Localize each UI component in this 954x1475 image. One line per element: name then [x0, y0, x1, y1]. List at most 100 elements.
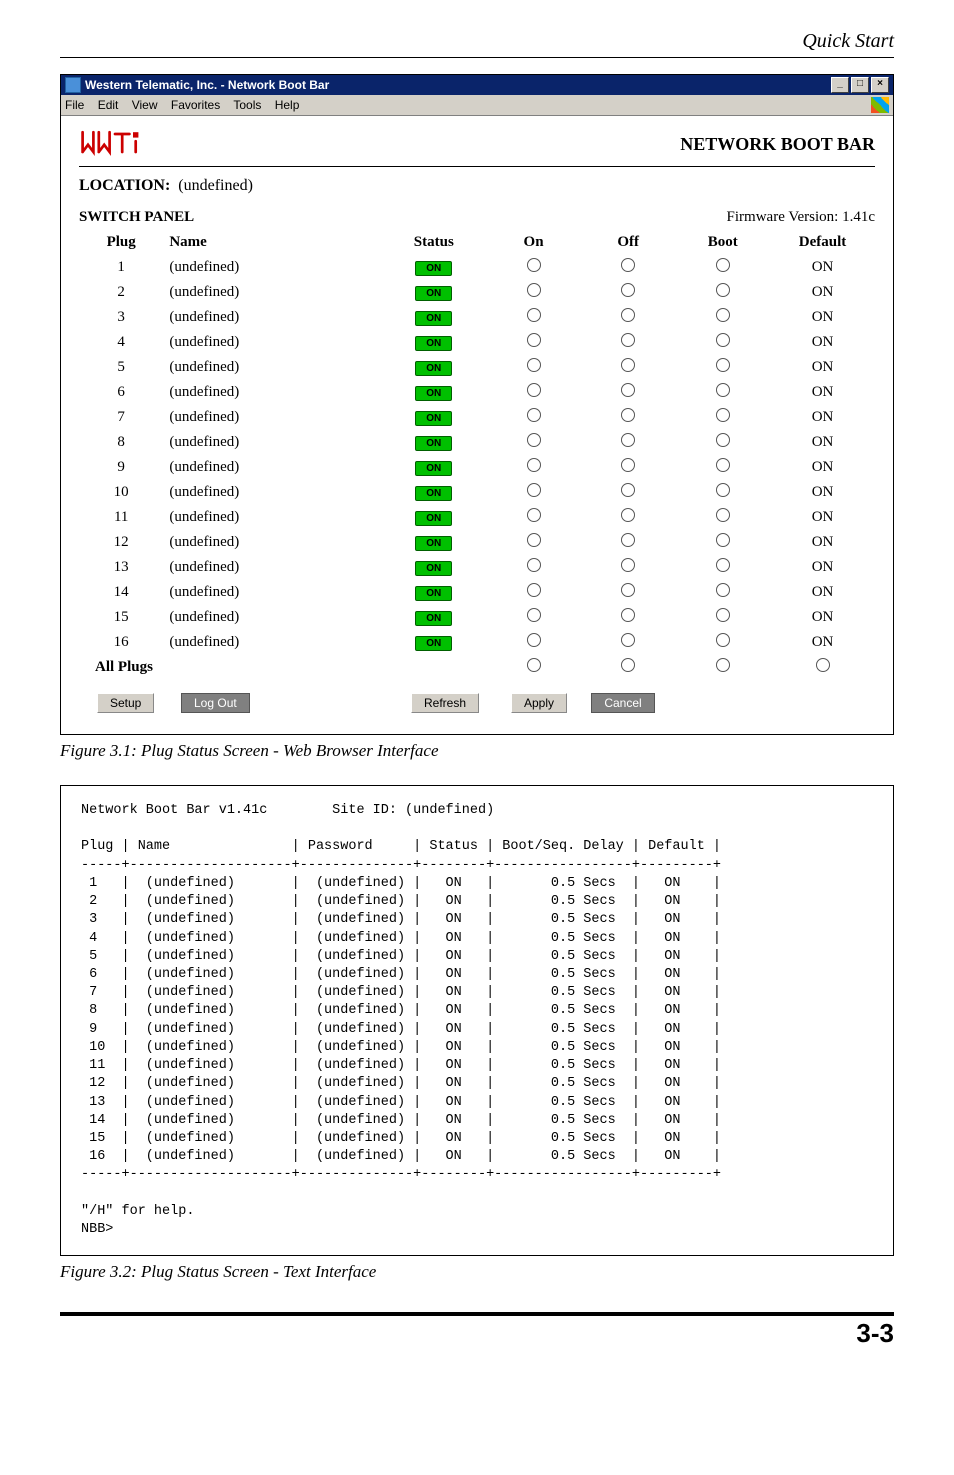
radio-on[interactable]	[527, 608, 541, 622]
radio-on[interactable]	[527, 458, 541, 472]
radio-boot[interactable]	[716, 533, 730, 547]
table-row: 2(undefined)ONON	[79, 280, 875, 305]
radio-off[interactable]	[621, 308, 635, 322]
radio-on[interactable]	[527, 483, 541, 497]
radio-on[interactable]	[527, 383, 541, 397]
allplugs-radio-off[interactable]	[621, 658, 635, 672]
status-badge: ON	[415, 536, 452, 551]
textif-sep2: -----+--------------------+-------------…	[81, 1167, 721, 1182]
maximize-button[interactable]: □	[851, 77, 869, 93]
radio-on[interactable]	[527, 533, 541, 547]
status-badge: ON	[415, 286, 452, 301]
table-row: 6(undefined)ONON	[79, 380, 875, 405]
radio-on[interactable]	[527, 283, 541, 297]
default-val: ON	[770, 330, 875, 355]
menu-tools[interactable]: Tools	[233, 98, 261, 112]
minimize-button[interactable]: _	[831, 77, 849, 93]
radio-off[interactable]	[621, 408, 635, 422]
radio-off[interactable]	[621, 633, 635, 647]
ie-icon	[65, 77, 81, 93]
logout-button[interactable]: Log Out	[181, 693, 250, 713]
status-badge: ON	[415, 311, 452, 326]
radio-on[interactable]	[527, 358, 541, 372]
radio-boot[interactable]	[716, 608, 730, 622]
plug-name: (undefined)	[163, 480, 381, 505]
radio-off[interactable]	[621, 583, 635, 597]
radio-off[interactable]	[621, 608, 635, 622]
menubar: File Edit View Favorites Tools Help	[61, 95, 893, 116]
radio-boot[interactable]	[716, 458, 730, 472]
plug-num: 12	[79, 530, 163, 555]
radio-off[interactable]	[621, 283, 635, 297]
plug-name: (undefined)	[163, 405, 381, 430]
status-badge: ON	[415, 386, 452, 401]
plug-name: (undefined)	[163, 280, 381, 305]
plug-name: (undefined)	[163, 330, 381, 355]
close-button[interactable]: ×	[871, 77, 889, 93]
plug-num: 11	[79, 505, 163, 530]
radio-on[interactable]	[527, 408, 541, 422]
browser-window: Western Telematic, Inc. - Network Boot B…	[60, 74, 894, 735]
apply-button[interactable]: Apply	[511, 693, 567, 713]
setup-button[interactable]: Setup	[97, 693, 154, 713]
col-name: Name	[163, 230, 381, 255]
radio-boot[interactable]	[716, 308, 730, 322]
text-interface-box: Network Boot Bar v1.41c Site ID: (undefi…	[60, 785, 894, 1256]
radio-on[interactable]	[527, 258, 541, 272]
radio-off[interactable]	[621, 558, 635, 572]
table-row: 5(undefined)ONON	[79, 355, 875, 380]
radio-off[interactable]	[621, 533, 635, 547]
titlebar: Western Telematic, Inc. - Network Boot B…	[61, 75, 893, 95]
radio-on[interactable]	[527, 333, 541, 347]
radio-off[interactable]	[621, 433, 635, 447]
plug-name: (undefined)	[163, 430, 381, 455]
radio-boot[interactable]	[716, 583, 730, 597]
table-row: 4(undefined)ONON	[79, 330, 875, 355]
radio-off[interactable]	[621, 333, 635, 347]
plug-num: 7	[79, 405, 163, 430]
status-badge: ON	[415, 636, 452, 651]
allplugs-radio-default[interactable]	[816, 658, 830, 672]
windows-flag-icon	[871, 97, 889, 113]
radio-boot[interactable]	[716, 483, 730, 497]
radio-off[interactable]	[621, 258, 635, 272]
radio-off[interactable]	[621, 508, 635, 522]
status-badge: ON	[415, 511, 452, 526]
radio-on[interactable]	[527, 308, 541, 322]
radio-boot[interactable]	[716, 258, 730, 272]
allplugs-radio-boot[interactable]	[716, 658, 730, 672]
status-badge: ON	[415, 586, 452, 601]
radio-boot[interactable]	[716, 558, 730, 572]
radio-boot[interactable]	[716, 283, 730, 297]
refresh-button[interactable]: Refresh	[411, 693, 479, 713]
radio-on[interactable]	[527, 433, 541, 447]
radio-boot[interactable]	[716, 333, 730, 347]
col-boot: Boot	[675, 230, 770, 255]
menu-file[interactable]: File	[65, 98, 84, 112]
radio-on[interactable]	[527, 633, 541, 647]
radio-on[interactable]	[527, 558, 541, 572]
radio-boot[interactable]	[716, 408, 730, 422]
location-value: (undefined)	[178, 177, 253, 194]
menu-favorites[interactable]: Favorites	[171, 98, 220, 112]
radio-boot[interactable]	[716, 383, 730, 397]
location-label: LOCATION:	[79, 177, 170, 194]
radio-on[interactable]	[527, 583, 541, 597]
status-badge: ON	[415, 361, 452, 376]
switch-panel-table: Plug Name Status On Off Boot Default 1(u…	[79, 230, 875, 680]
radio-off[interactable]	[621, 458, 635, 472]
radio-boot[interactable]	[716, 433, 730, 447]
cancel-button[interactable]: Cancel	[591, 693, 654, 713]
allplugs-radio-on[interactable]	[527, 658, 541, 672]
radio-boot[interactable]	[716, 633, 730, 647]
radio-on[interactable]	[527, 508, 541, 522]
default-val: ON	[770, 430, 875, 455]
radio-off[interactable]	[621, 358, 635, 372]
menu-view[interactable]: View	[132, 98, 158, 112]
radio-off[interactable]	[621, 483, 635, 497]
radio-boot[interactable]	[716, 508, 730, 522]
radio-off[interactable]	[621, 383, 635, 397]
radio-boot[interactable]	[716, 358, 730, 372]
menu-help[interactable]: Help	[275, 98, 300, 112]
menu-edit[interactable]: Edit	[98, 98, 119, 112]
